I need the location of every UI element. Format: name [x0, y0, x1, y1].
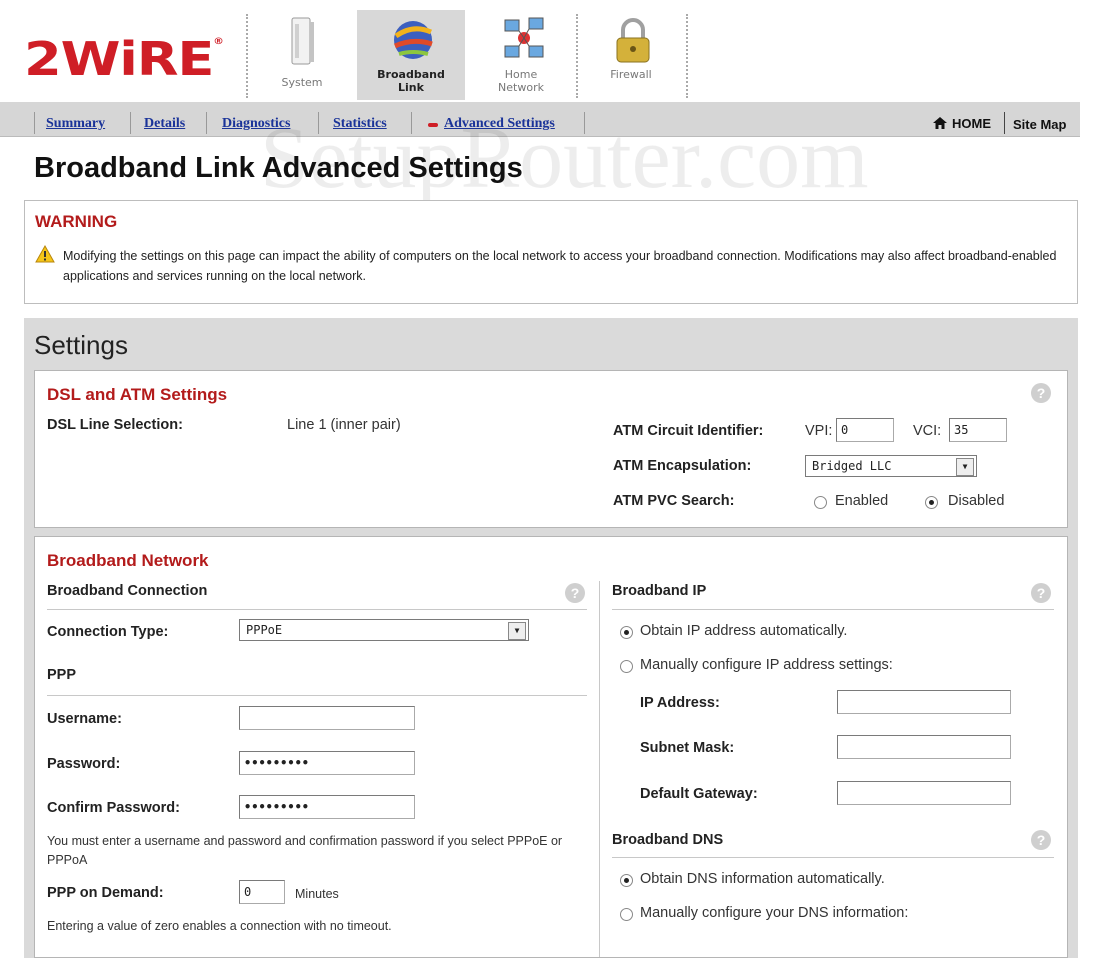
dsl-line-selection-value: Line 1 (inner pair)	[287, 417, 401, 433]
nav-tab-label: System	[281, 76, 323, 89]
settings-title: Settings	[34, 330, 128, 360]
subnav-divider	[34, 112, 35, 134]
column-divider	[599, 581, 600, 957]
help-icon[interactable]: ?	[1031, 383, 1051, 403]
vci-label: VCI:	[913, 423, 942, 439]
globe-link-icon	[393, 21, 433, 59]
connection-type-select[interactable]: PPPoE ▼	[239, 619, 529, 641]
default-gateway-input[interactable]	[837, 781, 1011, 805]
atm-circuit-label: ATM Circuit Identifier:	[613, 423, 764, 439]
warning-title: WARNING	[35, 212, 118, 231]
vpi-label: VPI:	[805, 423, 833, 439]
ip-address-label: IP Address:	[640, 695, 720, 711]
dns-manual-label: Manually configure your DNS information:	[640, 905, 909, 921]
nav-tab-home-network[interactable]: Home Network	[467, 10, 575, 100]
help-icon[interactable]: ?	[565, 583, 585, 603]
subnet-mask-label: Subnet Mask:	[640, 740, 735, 756]
password-label: Password:	[47, 756, 121, 772]
ip-auto-label: Obtain IP address automatically.	[640, 623, 848, 639]
ppp-on-demand-input[interactable]	[239, 880, 285, 904]
pvc-disabled-radio[interactable]	[925, 496, 938, 509]
section-divider	[47, 695, 587, 696]
broadband-network-section: Broadband Network Broadband Connection ?…	[34, 536, 1068, 958]
dsl-line-selection-label: DSL Line Selection:	[47, 417, 183, 433]
broadband-dns-header: Broadband DNS	[612, 832, 724, 848]
page-title: Broadband Link Advanced Settings	[34, 152, 523, 184]
subnav-details[interactable]: Details	[144, 116, 185, 132]
nav-tab-system[interactable]: System	[248, 10, 356, 100]
network-computers-icon	[504, 17, 544, 58]
connection-type-value: PPPoE	[246, 623, 283, 637]
ppp-credentials-note: You must enter a username and password a…	[47, 834, 563, 867]
pvc-enabled-radio[interactable]	[814, 496, 827, 509]
nav-tab-firewall[interactable]: Firewall	[577, 10, 685, 100]
warning-icon	[35, 245, 55, 263]
home-link[interactable]: HOME	[952, 116, 991, 131]
warning-box: WARNING Modifying the settings on this p…	[24, 200, 1078, 304]
subnav-divider	[130, 112, 131, 134]
header-link-divider	[1004, 112, 1005, 134]
username-input[interactable]	[239, 706, 415, 730]
ip-auto-radio[interactable]	[620, 626, 633, 639]
broadband-ip-header: Broadband IP	[612, 583, 707, 599]
router-device-icon	[291, 17, 314, 65]
ppp-on-demand-note: Entering a value of zero enables a conne…	[47, 919, 392, 933]
dsl-atm-title: DSL and ATM Settings	[47, 385, 228, 404]
nav-tab-label: Home Network	[498, 68, 544, 94]
chevron-down-icon: ▼	[956, 458, 974, 476]
ip-manual-radio[interactable]	[620, 660, 633, 673]
confirm-password-input[interactable]	[239, 795, 415, 819]
nav-divider	[686, 14, 688, 98]
confirm-password-label: Confirm Password:	[47, 800, 180, 816]
ip-manual-label: Manually configure IP address settings:	[640, 657, 893, 673]
nav-tab-broadband-link[interactable]: Broadband Link	[357, 10, 465, 100]
ppp-on-demand-label: PPP on Demand:	[47, 885, 164, 901]
connection-type-label: Connection Type:	[47, 624, 169, 640]
brand-logo: 2WiRE®	[24, 32, 224, 86]
dns-auto-radio[interactable]	[620, 874, 633, 887]
help-icon[interactable]: ?	[1031, 583, 1051, 603]
dns-manual-radio[interactable]	[620, 908, 633, 921]
ppp-header: PPP	[47, 667, 77, 683]
home-icon	[933, 117, 947, 129]
pvc-disabled-label: Disabled	[948, 493, 1005, 509]
atm-encapsulation-label: ATM Encapsulation:	[613, 458, 752, 474]
vci-input[interactable]	[949, 418, 1007, 442]
username-label: Username:	[47, 711, 122, 727]
subnav-divider	[206, 112, 207, 134]
dns-auto-label: Obtain DNS information automatically.	[640, 871, 885, 887]
atm-encapsulation-value: Bridged LLC	[812, 459, 892, 473]
section-divider	[47, 609, 587, 610]
section-divider	[612, 857, 1054, 858]
subnet-mask-input[interactable]	[837, 735, 1011, 759]
vpi-input[interactable]	[836, 418, 894, 442]
site-map-link[interactable]: Site Map	[1013, 117, 1066, 132]
nav-tab-label: Broadband Link	[377, 68, 445, 94]
default-gateway-label: Default Gateway:	[640, 786, 758, 802]
minutes-unit: Minutes	[295, 887, 339, 901]
chevron-down-icon: ▼	[508, 622, 526, 640]
warning-text: Modifying the settings on this page can …	[63, 249, 1057, 283]
help-icon[interactable]: ?	[1031, 830, 1051, 850]
pvc-enabled-label: Enabled	[835, 493, 889, 509]
dsl-atm-section: DSL and ATM Settings ? DSL Line Selectio…	[34, 370, 1068, 528]
password-input[interactable]	[239, 751, 415, 775]
broadband-connection-header: Broadband Connection	[47, 583, 208, 599]
section-divider	[612, 609, 1054, 610]
broadband-network-title: Broadband Network	[47, 551, 209, 570]
atm-pvc-search-label: ATM PVC Search:	[613, 493, 735, 509]
padlock-icon	[616, 18, 650, 63]
nav-tab-label: Firewall	[610, 68, 652, 81]
atm-encapsulation-select[interactable]: Bridged LLC ▼	[805, 455, 977, 477]
subnav-summary[interactable]: Summary	[46, 116, 105, 132]
ip-address-input[interactable]	[837, 690, 1011, 714]
settings-panel: Settings DSL and ATM Settings ? DSL Line…	[24, 318, 1078, 958]
